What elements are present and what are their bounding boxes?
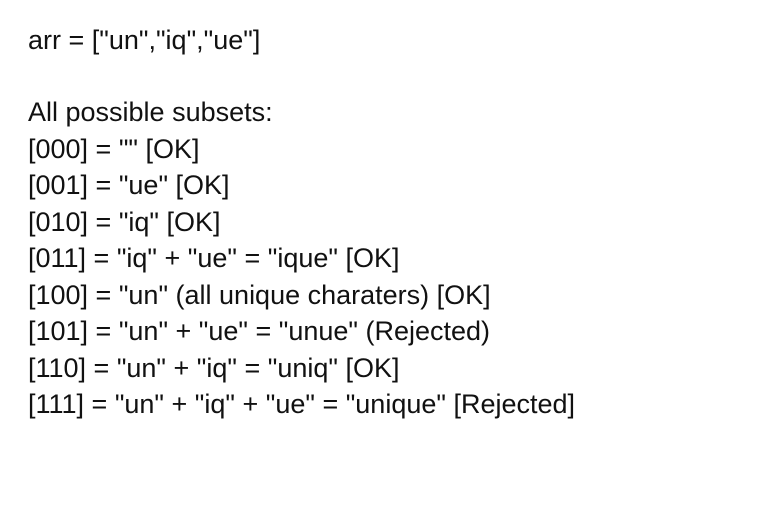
subset-row: [100] = "un" (all unique charaters) [OK] — [28, 277, 740, 313]
subset-row: [111] = "un" + "iq" + "ue" = "unique" [R… — [28, 386, 740, 422]
subset-row: [110] = "un" + "iq" = "uniq" [OK] — [28, 350, 740, 386]
subset-row: [001] = "ue" [OK] — [28, 167, 740, 203]
subset-row: [011] = "iq" + "ue" = "ique" [OK] — [28, 240, 740, 276]
subset-row: [101] = "un" + "ue" = "unue" (Rejected) — [28, 313, 740, 349]
subset-row: [010] = "iq" [OK] — [28, 204, 740, 240]
subset-row: [000] = "" [OK] — [28, 131, 740, 167]
arr-declaration: arr = ["un","iq","ue"] — [28, 22, 740, 58]
subsets-title: All possible subsets: — [28, 94, 740, 130]
